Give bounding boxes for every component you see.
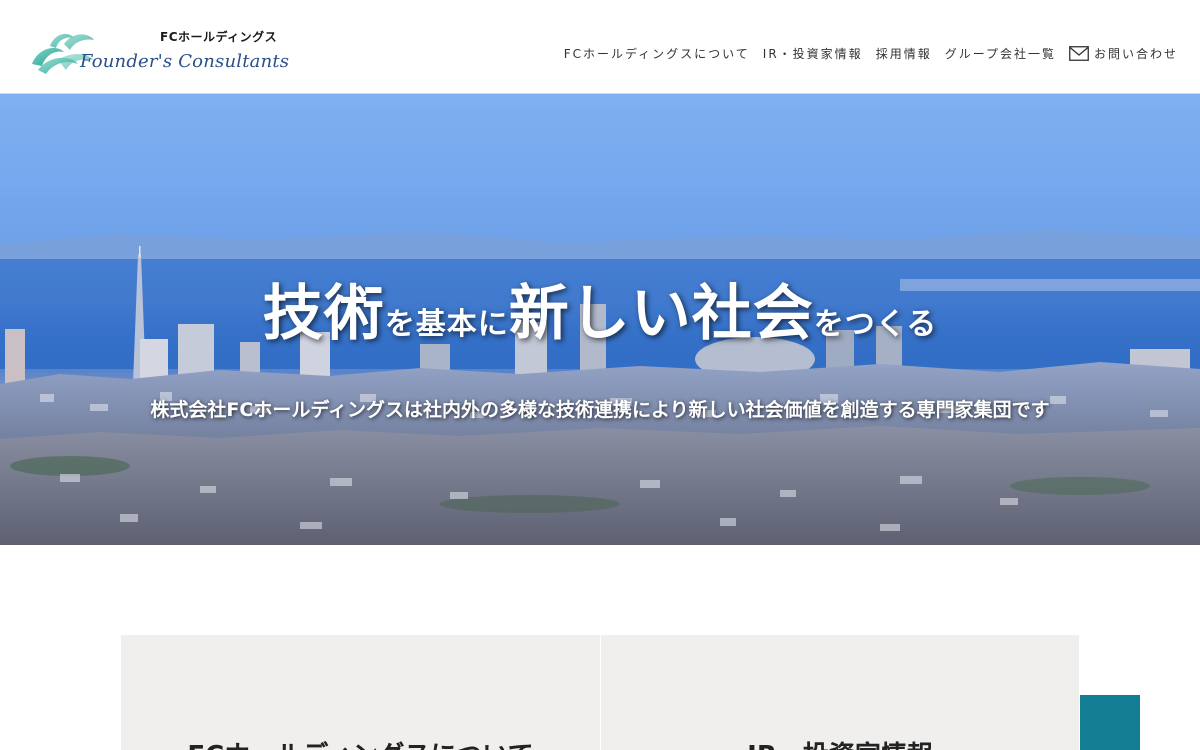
logo-japanese-name: FCホールディングス bbox=[160, 30, 278, 44]
hero-subtitle: 株式会社FCホールディングスは社内外の多様な技術連携により新しい社会価値を創造す… bbox=[150, 399, 1050, 421]
hero-headline-part4: をつくる bbox=[813, 307, 938, 343]
page-top-button[interactable] bbox=[1080, 695, 1140, 750]
hero-headline-part2: を基本に bbox=[384, 307, 509, 343]
nav-item-contact[interactable]: お問い合わせ bbox=[1069, 45, 1178, 62]
hero-headline-part1: 技術 bbox=[262, 279, 385, 350]
logo-english-name: Founder's Consultants bbox=[80, 51, 290, 72]
nav-item-ir[interactable]: IR・投資家情報 bbox=[763, 45, 863, 62]
site-header: FCホールディングス Founder's Consultants FCホールディ… bbox=[0, 0, 1200, 94]
nav-item-group-companies[interactable]: グループ会社一覧 bbox=[945, 45, 1056, 62]
nav-item-contact-label: お問い合わせ bbox=[1093, 47, 1178, 61]
hero-headline: 技術を基本に新しい社会をつくる bbox=[0, 265, 1200, 352]
card-ir-title: IR・投資家情報 bbox=[601, 735, 1079, 750]
card-ir[interactable]: IR・投資家情報 bbox=[600, 635, 1079, 750]
nav-item-about[interactable]: FCホールディングスについて bbox=[564, 45, 750, 62]
global-nav: FCホールディングスについて IR・投資家情報 採用情報 グループ会社一覧 お問… bbox=[564, 45, 1178, 62]
hero-headline-part3: 新しい社会 bbox=[508, 279, 814, 350]
card-about-title: FCホールディングスについて bbox=[121, 735, 600, 750]
site-logo[interactable]: FCホールディングス Founder's Consultants bbox=[28, 22, 289, 78]
card-about[interactable]: FCホールディングスについて bbox=[121, 635, 600, 750]
hero-banner: 技術を基本に新しい社会をつくる 株式会社FCホールディングスは社内外の多様な技術… bbox=[0, 94, 1200, 545]
feature-cards: FCホールディングスについて IR・投資家情報 bbox=[121, 635, 1079, 750]
nav-item-recruit[interactable]: 採用情報 bbox=[876, 45, 932, 62]
mail-icon bbox=[1069, 46, 1089, 61]
